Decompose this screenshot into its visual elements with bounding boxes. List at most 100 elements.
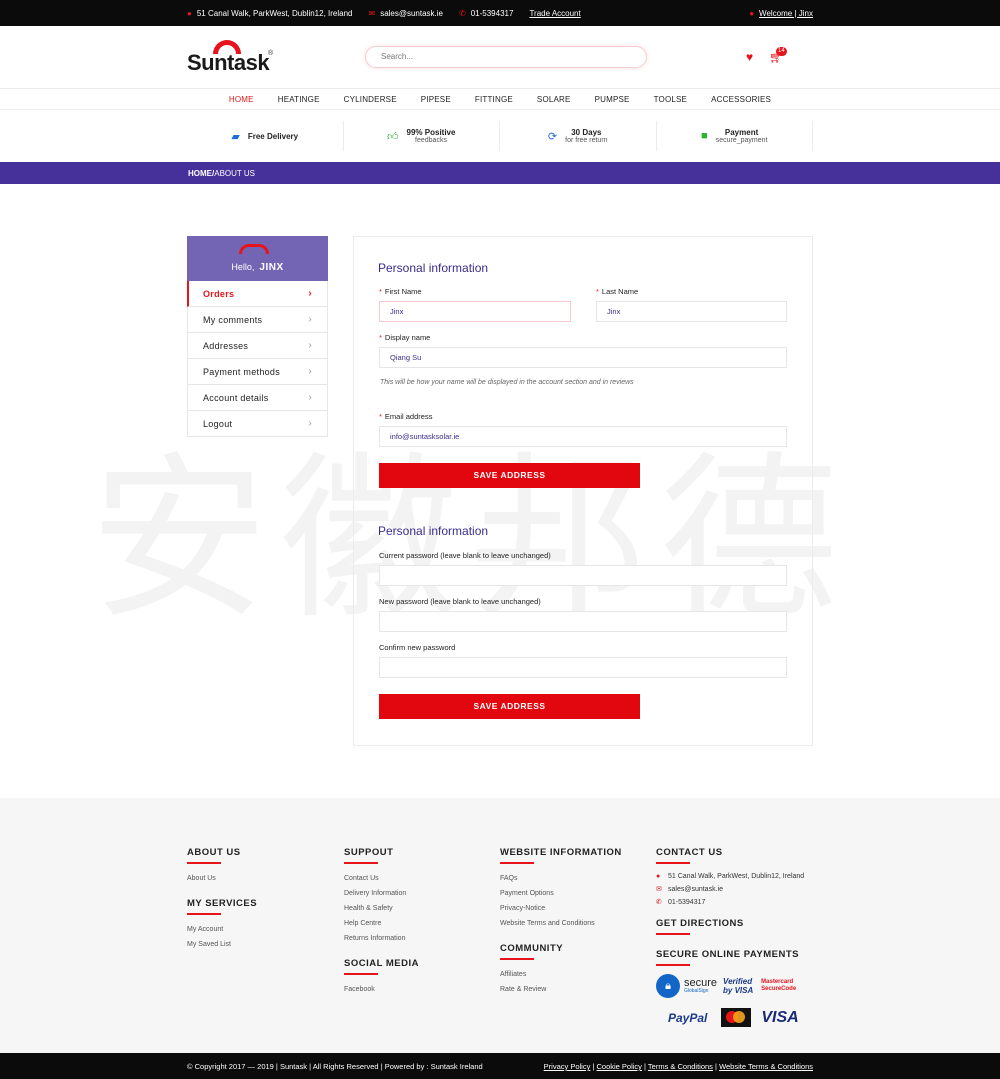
footer-col-support: SUPPOUT Contact Us Delivery Information … bbox=[344, 847, 419, 1009]
footer-link-health-safety[interactable]: Health & Safety bbox=[344, 901, 419, 916]
footer-link-my-account[interactable]: My Account bbox=[187, 922, 257, 937]
email-label: * Email address bbox=[379, 412, 433, 421]
footer-heading-services: MY SERVICES bbox=[187, 898, 257, 915]
first-name-field[interactable]: Jinx bbox=[379, 301, 571, 322]
first-name-label: * First Name bbox=[379, 287, 422, 296]
nav-tools[interactable]: TOOLSE bbox=[642, 90, 700, 109]
site-header: Suntask ® Search... ♥ 🛒︎ 14 bbox=[0, 26, 1000, 89]
thumbs-up-icon: 👍︎ bbox=[387, 130, 399, 143]
feature-free-delivery: ▰ Free Delivery bbox=[187, 121, 344, 151]
email-field[interactable]: info@suntasksolar.ie bbox=[379, 426, 787, 447]
footer-link-saved-list[interactable]: My Saved List bbox=[187, 937, 257, 952]
footer-link-website-terms[interactable]: Website Terms and Conditions bbox=[500, 916, 622, 931]
current-password-label: Current password (leave blank to leave u… bbox=[379, 551, 551, 560]
footer-contact-email[interactable]: ✉ sales@suntask.ie bbox=[656, 884, 816, 895]
footer-link-help[interactable]: Help Centre bbox=[344, 916, 419, 931]
account-sidebar: Hello, JINX Orders › My comments › Address… bbox=[187, 236, 328, 437]
feature-free-return: ⟳ 30 Days for free return bbox=[500, 121, 657, 151]
chevron-right-icon: › bbox=[308, 366, 312, 377]
footer-heading-community: COMMUNITY bbox=[500, 943, 622, 960]
last-name-field[interactable]: Jinx bbox=[596, 301, 787, 322]
footer-heading-contact: CONTACT US bbox=[656, 847, 816, 864]
privacy-policy-link[interactable]: Privacy Policy bbox=[544, 1062, 591, 1071]
section-title-password: Personal information bbox=[378, 524, 489, 538]
top-bar: ● 51 Canal Walk, ParkWest, Dublin12, Ire… bbox=[0, 0, 1000, 26]
welcome-user[interactable]: ● Welcome | Jinx bbox=[749, 9, 813, 18]
save-password-button[interactable]: SAVE ADDRESS bbox=[379, 694, 640, 719]
topbar-email[interactable]: ✉ sales@suntask.ie bbox=[368, 9, 443, 18]
phone-icon: ✆ bbox=[656, 899, 662, 906]
footer-link-affiliates[interactable]: Affiliates bbox=[500, 967, 622, 982]
new-password-field[interactable] bbox=[379, 611, 787, 632]
payment-badges: 🔒︎ secure GlobalSign Verified by VISA Ma… bbox=[656, 974, 816, 998]
footer-heading-webinfo: WEBSITE INFORMATION bbox=[500, 847, 622, 864]
website-terms-link[interactable]: Website Terms & Conditions bbox=[719, 1062, 813, 1071]
globalsign-badge: 🔒︎ secure GlobalSign bbox=[656, 974, 717, 998]
feature-strip: ▰ Free Delivery 👍︎ 99% Positive feedback… bbox=[187, 121, 813, 151]
sidebar-item-my-comments[interactable]: My comments › bbox=[187, 307, 328, 333]
cart-count-badge: 14 bbox=[776, 47, 787, 56]
nav-fittings[interactable]: FITTINGE bbox=[463, 90, 525, 109]
terms-link[interactable]: Terms & Conditions bbox=[648, 1062, 713, 1071]
cookie-policy-link[interactable]: Cookie Policy bbox=[596, 1062, 641, 1071]
footer-link-payment-options[interactable]: Payment Options bbox=[500, 886, 622, 901]
verified-by-visa-badge: Verified by VISA bbox=[723, 977, 754, 995]
topbar-phone: ✆ 01-5394317 bbox=[459, 8, 514, 18]
nav-solar[interactable]: SOLARE bbox=[525, 90, 583, 109]
sidebar-item-orders[interactable]: Orders › bbox=[187, 281, 328, 307]
sidebar-item-account-details[interactable]: Account details › bbox=[187, 385, 328, 411]
footer-link-delivery[interactable]: Delivery Information bbox=[344, 886, 419, 901]
new-password-label: New password (leave blank to leave uncha… bbox=[379, 597, 541, 606]
feature-secure-payment: ■ Payment secure_payment bbox=[657, 121, 813, 151]
sidebar-item-payment-methods[interactable]: Payment methods › bbox=[187, 359, 328, 385]
section-title-personal-info: Personal information bbox=[378, 261, 489, 275]
footer-link-returns[interactable]: Returns Information bbox=[344, 931, 419, 946]
footer-heading-payments: SECURE ONLINE PAYMENTS bbox=[656, 949, 816, 966]
confirm-password-field[interactable] bbox=[379, 657, 787, 678]
account-form: Personal information * First Name Jinx * L… bbox=[353, 236, 813, 746]
chevron-right-icon: › bbox=[308, 314, 312, 325]
nav-pumps[interactable]: PUMPSE bbox=[583, 90, 642, 109]
copyright-bar: © Copyright 2017 — 2019 | Suntask | All … bbox=[0, 1053, 1000, 1079]
sidebar-item-addresses[interactable]: Addresses › bbox=[187, 333, 328, 359]
nav-cylinders[interactable]: CYLINDERSE bbox=[332, 90, 409, 109]
footer-link-about-us[interactable]: About Us bbox=[187, 871, 257, 886]
footer-heading-directions[interactable]: GET DIRECTIONS bbox=[656, 918, 816, 935]
mastercard-securecode-badge: Mastercard SecureCode bbox=[761, 979, 797, 992]
trade-account-link[interactable]: Trade Account bbox=[529, 9, 580, 18]
footer-link-facebook[interactable]: Facebook bbox=[344, 982, 419, 997]
mastercard-logo bbox=[721, 1008, 752, 1027]
footer-contact-address: ● 51 Canal Walk, ParkWest, Dublin12, Irel… bbox=[656, 873, 805, 880]
sidebar-item-logout[interactable]: Logout › bbox=[187, 411, 328, 437]
breadcrumb: HOME/ABOUT US bbox=[0, 162, 1000, 184]
display-name-field[interactable]: Qiang Su bbox=[379, 347, 787, 368]
mail-icon: ✉ bbox=[656, 886, 662, 893]
save-address-button[interactable]: SAVE ADDRESS bbox=[379, 463, 640, 488]
search-input[interactable]: Search... bbox=[365, 46, 647, 68]
truck-icon: ▰ bbox=[231, 130, 240, 143]
sidebar-logo-arc bbox=[239, 244, 269, 254]
footer-link-privacy[interactable]: Privacy-Notice bbox=[500, 901, 622, 916]
footer-link-faqs[interactable]: FAQs bbox=[500, 871, 622, 886]
mail-icon: ✉ bbox=[368, 8, 376, 18]
footer-link-rate-review[interactable]: Rate & Review bbox=[500, 982, 622, 997]
refresh-icon: ⟳ bbox=[547, 130, 558, 143]
footer-heading-social: SOCIAL MEDIA bbox=[344, 958, 419, 975]
user-icon: ● bbox=[749, 8, 755, 18]
display-name-hint: This will be how your name will be displ… bbox=[380, 379, 634, 386]
wishlist-heart-icon[interactable]: ♥ bbox=[746, 50, 753, 64]
location-pin-icon: ● bbox=[656, 873, 661, 880]
nav-accessories[interactable]: ACCESSORIES bbox=[699, 90, 783, 109]
suntask-logo[interactable]: Suntask ® bbox=[187, 40, 277, 76]
nav-home[interactable]: HOME bbox=[217, 90, 266, 109]
nav-heating[interactable]: HEATINGE bbox=[266, 90, 332, 109]
topbar-address: ● 51 Canal Walk, ParkWest, Dublin12, Ire… bbox=[187, 8, 353, 18]
main-nav: HOME HEATINGE CYLINDERSE PIPESE FITTINGE… bbox=[0, 90, 1000, 110]
nav-pipes[interactable]: PIPESE bbox=[409, 90, 463, 109]
current-password-field[interactable] bbox=[379, 565, 787, 586]
location-pin-icon: ● bbox=[187, 8, 192, 18]
sidebar-header: Hello, JINX bbox=[187, 236, 328, 281]
footer-link-contact[interactable]: Contact Us bbox=[344, 871, 419, 886]
breadcrumb-home[interactable]: HOME/ bbox=[188, 169, 214, 178]
last-name-label: * Last Name bbox=[596, 287, 639, 296]
